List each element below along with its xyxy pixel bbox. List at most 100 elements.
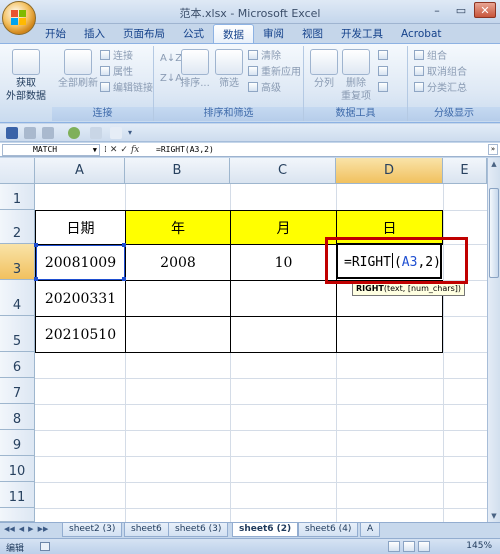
macro-record-icon[interactable] [40,542,50,551]
expand-formula-bar-icon[interactable]: » [488,144,498,155]
sheet-tab-sheet6-4[interactable]: sheet6 (4) [298,523,359,537]
filter-button[interactable]: 筛选 [214,49,244,90]
what-if-icon[interactable] [378,82,391,96]
connections-button[interactable]: 连接 [100,50,133,64]
undo-icon[interactable] [24,127,36,139]
sort-button[interactable]: 排序... [178,49,212,90]
worksheet[interactable]: A B C D E 1 2 3 4 5 6 7 8 9 10 11 日期 年 月… [0,158,487,522]
consolidate-icon[interactable] [378,66,391,80]
text-to-columns-button[interactable]: 分列 [308,49,340,90]
tab-data[interactable]: 数据 [213,24,254,44]
clear-button[interactable]: 清除 [248,50,281,64]
cell-c4[interactable] [230,280,337,317]
cell-a5[interactable]: 20210510 [35,316,126,353]
page-break-view-icon[interactable] [418,541,430,552]
customize-qat-icon[interactable]: ▾ [128,127,140,139]
properties-button[interactable]: 属性 [100,66,133,80]
row-header-6[interactable]: 6 [0,352,35,378]
name-box[interactable]: MATCH ▼ [2,144,100,156]
enter-icon[interactable]: ✓ [120,145,128,155]
prev-sheet-icon[interactable]: ◀ [19,525,24,533]
cell-c2[interactable]: 月 [230,210,337,245]
remove-duplicates-button[interactable]: 删除 重复项 [340,49,372,103]
restore-button[interactable]: ▭ [450,2,472,18]
office-button[interactable] [2,1,36,35]
scroll-down-icon[interactable]: ▼ [488,510,500,522]
first-sheet-icon[interactable]: ◀◀ [4,525,15,533]
reference-handle[interactable] [122,277,126,281]
column-header-a[interactable]: A [35,158,125,184]
data-validation-icon[interactable] [378,50,391,64]
row-header-7[interactable]: 7 [0,378,35,404]
row-header-3[interactable]: 3 [0,244,35,280]
row-header-10[interactable]: 10 [0,456,35,482]
vertical-scrollbar[interactable]: ▲ ▼ [487,158,500,522]
next-sheet-icon[interactable]: ▶ [28,525,33,533]
row-header-1[interactable]: 1 [0,184,35,210]
last-sheet-icon[interactable]: ▶▶ [38,525,49,533]
cell-b4[interactable] [125,280,231,317]
insert-function-icon[interactable]: fx [131,145,139,155]
get-external-data-button[interactable]: 获取 外部数据 [6,49,46,103]
ungroup-button[interactable]: 取消组合 [414,66,467,80]
refresh-all-button[interactable]: 全部刷新 [56,49,100,90]
cell-a2[interactable]: 日期 [35,210,126,245]
column-header-c[interactable]: C [230,158,336,184]
edit-links-button[interactable]: 编辑链接 [100,82,153,96]
tab-insert[interactable]: 插入 [75,24,114,44]
sheet-tab-sheet2-3[interactable]: sheet2 (3) [62,523,123,537]
save-icon[interactable] [6,127,18,139]
page-layout-view-icon[interactable] [403,541,415,552]
new-doc-icon[interactable] [110,127,122,139]
refresh-icon[interactable] [68,127,80,139]
cell-b2[interactable]: 年 [125,210,231,245]
tab-view[interactable]: 视图 [293,24,332,44]
tab-home[interactable]: 开始 [36,24,75,44]
close-button[interactable]: ✕ [474,2,496,18]
row-header-12[interactable] [0,508,35,522]
scroll-up-icon[interactable]: ▲ [488,158,500,170]
advanced-button[interactable]: 高级 [248,82,281,96]
print-preview-icon[interactable] [90,127,102,139]
scrollbar-thumb[interactable] [489,188,499,278]
tab-page-layout[interactable]: 页面布局 [114,24,174,44]
cell-c5[interactable] [230,316,337,353]
tab-formulas[interactable]: 公式 [174,24,213,44]
reference-handle[interactable] [122,243,126,247]
tab-acrobat[interactable]: Acrobat [392,24,451,44]
formula-input[interactable]: =RIGHT(A3,2) [156,144,214,155]
row-header-9[interactable]: 9 [0,430,35,456]
tab-developer[interactable]: 开发工具 [332,24,392,44]
tab-review[interactable]: 审阅 [254,24,293,44]
redo-icon[interactable] [42,127,54,139]
reference-handle[interactable] [34,277,38,281]
row-header-2[interactable]: 2 [0,210,35,244]
sheet-tab-sheet6-2[interactable]: sheet6 (2) [232,523,299,537]
column-header-b[interactable]: B [125,158,230,184]
column-header-d[interactable]: D [336,158,443,184]
reference-handle[interactable] [34,243,38,247]
cell-b3[interactable]: 2008 [125,244,231,281]
row-header-5[interactable]: 5 [0,316,35,352]
row-header-4[interactable]: 4 [0,280,35,316]
cell-a4[interactable]: 20200331 [35,280,126,317]
name-box-dropdown-icon[interactable]: ▼ [93,145,97,155]
cell-c3[interactable]: 10 [230,244,337,281]
reapply-button[interactable]: 重新应用 [248,66,301,80]
select-all-button[interactable] [0,158,35,184]
sheet-tab-sheet6-3[interactable]: sheet6 (3) [168,523,229,537]
cell-d5[interactable] [336,316,443,353]
zoom-level[interactable]: 145% [466,541,492,551]
row-header-8[interactable]: 8 [0,404,35,430]
sheet-tab-sheet6[interactable]: sheet6 [124,523,169,537]
normal-view-icon[interactable] [388,541,400,552]
row-header-11[interactable]: 11 [0,482,35,508]
group-button[interactable]: 组合 [414,50,447,64]
minimize-button[interactable]: – [426,2,448,18]
cell-b5[interactable] [125,316,231,353]
sheet-tab-a[interactable]: A [360,523,381,537]
column-header-e[interactable]: E [443,158,487,184]
subtotal-button[interactable]: 分类汇总 [414,82,467,96]
function-tooltip[interactable]: RIGHT(text, [num_chars]) [352,282,465,296]
cancel-icon[interactable]: ✕ [110,145,118,155]
